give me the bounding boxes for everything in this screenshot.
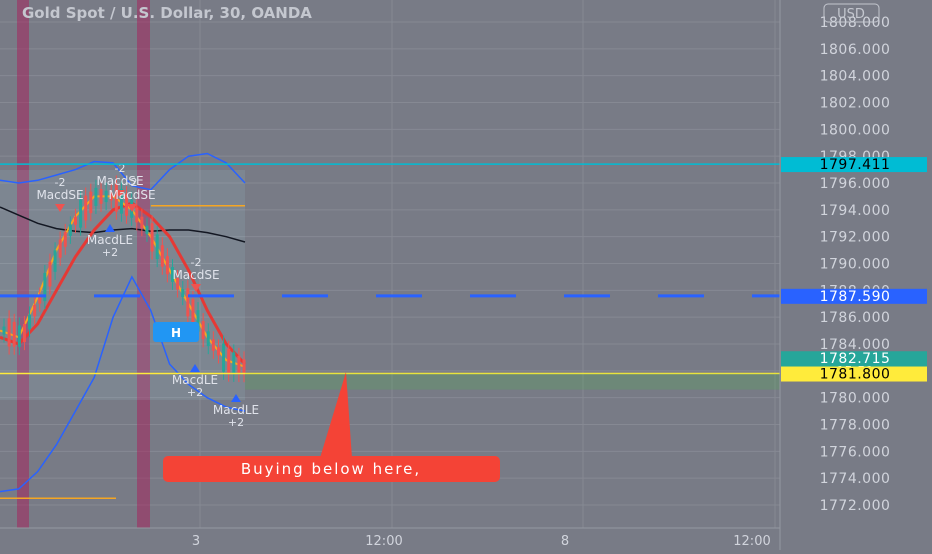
candle-body: [165, 256, 169, 275]
candle-body: [53, 250, 57, 272]
y-tick-label: 1778.000: [820, 418, 891, 434]
candle-body: [222, 343, 226, 372]
price-label-value: 1787.590: [820, 289, 891, 305]
currency-label: USD: [837, 7, 865, 22]
candle-body: [48, 261, 52, 287]
y-tick-label: 1790.000: [820, 257, 891, 273]
candle-body: [7, 318, 11, 347]
candle-body: [216, 347, 220, 356]
y-tick-label: 1774.000: [820, 471, 891, 487]
candle-body: [12, 321, 16, 347]
signal-long-label: +2: [228, 416, 244, 429]
signal-long-name: MacdLE: [172, 373, 218, 387]
candle-body: [28, 314, 32, 330]
y-tick-label: 1800.000: [820, 122, 891, 138]
y-tick-label: 1806.000: [820, 42, 891, 58]
y-axis: 1808.0001806.0001804.0001802.0001800.000…: [779, 0, 891, 550]
annotation-text: Buying below here,: [241, 460, 421, 478]
candle-body: [104, 190, 108, 203]
candle-body: [73, 216, 77, 225]
y-tick-label: 1804.000: [820, 69, 891, 85]
candle-body: [22, 323, 26, 343]
candle-body: [160, 245, 164, 267]
candle-body: [145, 225, 149, 234]
price-label-value: 1781.800: [820, 367, 891, 383]
candle-body: [150, 223, 154, 252]
candle-body: [79, 199, 83, 228]
candle-body: [181, 289, 185, 298]
candle-body: [140, 216, 144, 229]
candle-body: [68, 224, 72, 236]
candle-body: [242, 359, 246, 375]
candle-body: [186, 288, 190, 317]
candle-body: [17, 325, 21, 347]
x-tick-label: 8: [561, 534, 569, 549]
y-tick-label: 1796.000: [820, 176, 891, 192]
candle-body: [58, 239, 62, 258]
signal-short-name: MacdSE: [36, 188, 83, 202]
chart-title: Gold Spot / U.S. Dollar, 30, OANDA: [22, 4, 312, 22]
price-chart[interactable]: -2MacdSE-2MacdSE-2MacdSE-2MacdSEMacdLE+2…: [0, 0, 932, 550]
x-axis: 3 12:00 8 12:00: [0, 527, 780, 549]
candle-body: [232, 352, 236, 374]
buy-zone: [245, 373, 780, 390]
y-tick-label: 1776.000: [820, 444, 891, 460]
signal-long-label: +2: [187, 386, 203, 399]
signal-long-label: +2: [102, 246, 118, 259]
candle-body: [135, 207, 139, 223]
chart-container[interactable]: -2 MacdSE -2 MacdSE -2 MacdSE -2 MacdSE MacdLE +2…: [0, 0, 932, 550]
candle-body: [227, 348, 231, 374]
price-label-value: 1797.411: [820, 157, 891, 173]
y-tick-label: 1794.000: [820, 203, 891, 219]
signal-long-name: MacdLE: [213, 403, 259, 417]
candle-body: [84, 195, 88, 221]
candle-body: [63, 231, 67, 247]
y-tick-label: 1802.000: [820, 96, 891, 112]
x-tick-label: 12:00: [733, 534, 770, 549]
candle-body: [211, 339, 215, 351]
x-tick-label: 3: [192, 534, 200, 549]
y-tick-label: 1772.000: [820, 498, 891, 514]
signal-long-name: MacdLE: [87, 233, 133, 247]
candle-body: [155, 234, 159, 260]
signal-short-name: MacdSE: [108, 188, 155, 202]
x-tick-label: 12:00: [365, 534, 402, 549]
candle-body: [33, 305, 37, 317]
y-tick-label: 1780.000: [820, 391, 891, 407]
candle-body: [99, 189, 103, 204]
candle-body: [206, 331, 210, 347]
candle-body: [191, 299, 195, 325]
signal-short-name: MacdSE: [172, 268, 219, 282]
marker-badge[interactable]: H: [153, 322, 199, 342]
candle-body: [237, 355, 241, 375]
y-tick-label: 1786.000: [820, 310, 891, 326]
candle-body: [201, 321, 205, 340]
candle-body: [89, 191, 93, 214]
candle-body: [2, 326, 6, 335]
marker-badge-label: H: [171, 326, 181, 340]
y-tick-label: 1792.000: [820, 230, 891, 246]
candle-body: [94, 187, 98, 206]
